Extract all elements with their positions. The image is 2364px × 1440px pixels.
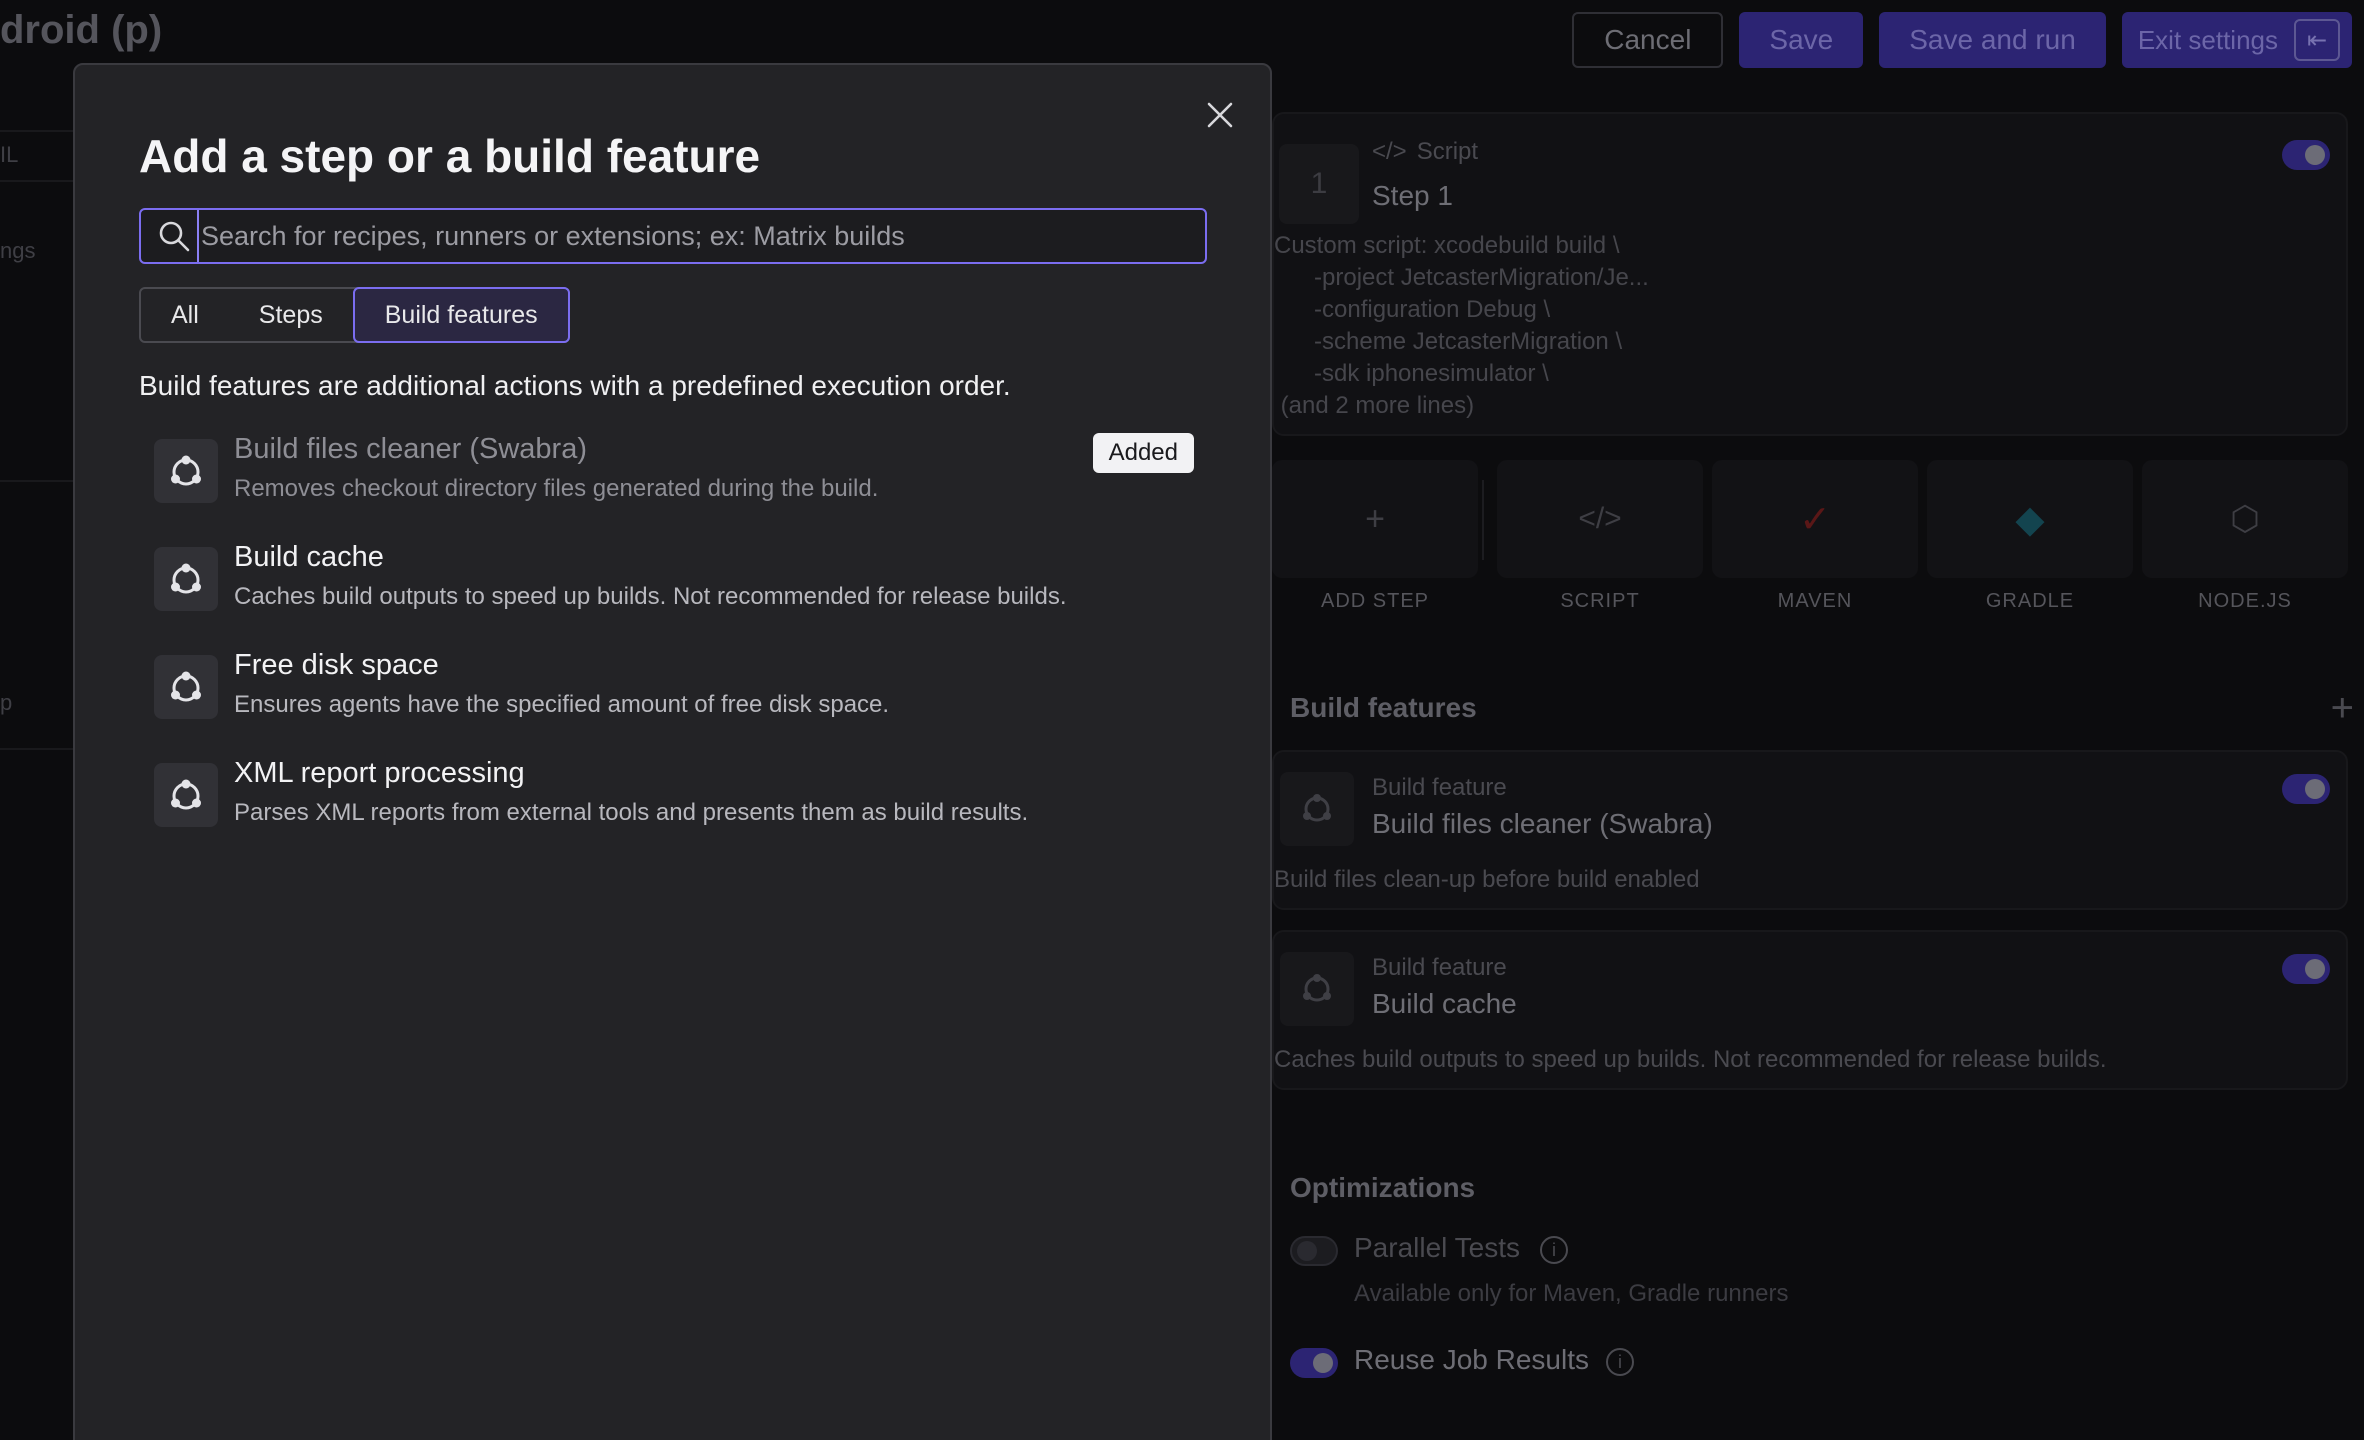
add-step-label: ADD STEP bbox=[1320, 590, 1430, 612]
build-feature-card[interactable]: Build feature Build cache Caches build o… bbox=[1272, 930, 2348, 1090]
exit-settings-button[interactable]: Exit settings ⇤ bbox=[2121, 12, 2352, 68]
close-button[interactable] bbox=[1200, 95, 1240, 135]
exit-settings-label: Exit settings bbox=[2137, 24, 2278, 55]
build-feature-icon bbox=[1280, 952, 1354, 1026]
info-icon[interactable]: i bbox=[1540, 1236, 1568, 1264]
search-box[interactable] bbox=[139, 208, 1207, 264]
nodejs-runner-tile[interactable]: ⬡ bbox=[2142, 460, 2348, 578]
modal-title: Add a step or a build feature bbox=[139, 130, 761, 182]
build-feature-name: Build cache bbox=[1372, 988, 1517, 1019]
feature-item-free-disk-space[interactable]: Free disk space Ensures agents have the … bbox=[154, 641, 1194, 737]
build-feature-icon bbox=[154, 439, 218, 503]
close-icon bbox=[1207, 102, 1233, 128]
top-actions: Cancel Save Save and run Exit settings ⇤ bbox=[1572, 12, 2352, 68]
feature-title: XML report processing bbox=[234, 757, 525, 789]
reuse-job-results-toggle[interactable] bbox=[1290, 1348, 1338, 1378]
build-steps-column: 1 </> Script Step 1 Custom script: xcode… bbox=[1272, 100, 2364, 1440]
feature-description: Removes checkout directory files generat… bbox=[234, 475, 879, 502]
code-icon: </> bbox=[1372, 138, 1407, 165]
feature-title: Build files cleaner (Swabra) bbox=[234, 433, 587, 465]
step-type-label: Script bbox=[1416, 138, 1479, 165]
add-step-modal: Add a step or a build feature All Steps … bbox=[73, 63, 1272, 1440]
nodejs-icon: ⬡ bbox=[2230, 500, 2260, 538]
tab-description: Build features are additional actions wi… bbox=[139, 370, 1011, 401]
search-input[interactable] bbox=[197, 210, 1205, 262]
build-feature-summary: Caches build outputs to speed up builds.… bbox=[1274, 1046, 2107, 1073]
feature-description: Caches build outputs to speed up builds.… bbox=[234, 583, 1067, 610]
step-number: 1 bbox=[1279, 144, 1359, 224]
left-panel: IL ngs p bbox=[0, 100, 75, 1440]
add-build-feature-icon[interactable]: + bbox=[2331, 686, 2354, 731]
build-feature-toggle[interactable] bbox=[2282, 954, 2330, 984]
step-enabled-toggle[interactable] bbox=[2282, 140, 2330, 170]
parallel-tests-toggle[interactable] bbox=[1290, 1236, 1338, 1266]
feature-item-swabra[interactable]: Build files cleaner (Swabra) Removes che… bbox=[154, 425, 1194, 521]
filter-tabs: All Steps Build features bbox=[139, 287, 570, 343]
gradle-runner-tile[interactable]: ◆ bbox=[1927, 460, 2133, 578]
gradle-icon: ◆ bbox=[2015, 498, 2045, 541]
tab-steps[interactable]: Steps bbox=[229, 289, 353, 341]
left-fragment: p bbox=[0, 690, 13, 715]
build-feature-icon bbox=[154, 655, 218, 719]
reuse-job-results-label: Reuse Job Results bbox=[1354, 1344, 1590, 1375]
build-feature-icon bbox=[154, 763, 218, 827]
feature-item-xml-report-processing[interactable]: XML report processing Parses XML reports… bbox=[154, 749, 1194, 845]
cancel-button[interactable]: Cancel bbox=[1572, 12, 1724, 68]
maven-icon: ✓ bbox=[1799, 498, 1831, 541]
tab-build-features[interactable]: Build features bbox=[352, 287, 570, 343]
feature-title: Free disk space bbox=[234, 649, 439, 681]
build-feature-icon bbox=[1280, 772, 1354, 846]
script-runner-label: SCRIPT bbox=[1560, 590, 1640, 612]
step-card[interactable]: 1 </> Script Step 1 Custom script: xcode… bbox=[1272, 112, 2348, 436]
search-icon bbox=[159, 221, 190, 252]
tab-all[interactable]: All bbox=[141, 289, 229, 341]
nodejs-runner-label: NODE.JS bbox=[2198, 590, 2292, 612]
feature-description: Parses XML reports from external tools a… bbox=[234, 799, 1029, 826]
code-icon: </> bbox=[1578, 502, 1622, 535]
step-script-preview: Custom script: xcodebuild build \ -proje… bbox=[1274, 232, 1649, 419]
page-title: droid (p) bbox=[0, 8, 163, 52]
feature-description: Ensures agents have the specified amount… bbox=[234, 691, 890, 718]
add-step-tile[interactable]: + bbox=[1272, 460, 1478, 578]
added-badge: Added bbox=[1092, 433, 1194, 473]
step-type: </> Script bbox=[1372, 138, 1478, 166]
script-runner-tile[interactable]: </> bbox=[1497, 460, 1703, 578]
left-fragment: ngs bbox=[0, 238, 36, 263]
maven-runner-tile[interactable]: ✓ bbox=[1712, 460, 1918, 578]
maven-runner-label: MAVEN bbox=[1777, 590, 1853, 612]
build-feature-icon bbox=[154, 547, 218, 611]
exit-icon: ⇤ bbox=[2294, 19, 2340, 61]
feature-item-build-cache[interactable]: Build cache Caches build outputs to spee… bbox=[154, 533, 1194, 629]
step-name: Step 1 bbox=[1372, 180, 1453, 211]
build-feature-toggle[interactable] bbox=[2282, 774, 2330, 804]
build-feature-type: Build feature bbox=[1372, 954, 1507, 981]
build-feature-summary: Build files clean-up before build enable… bbox=[1274, 866, 1700, 893]
plus-icon: + bbox=[1365, 499, 1385, 538]
build-features-heading: Build features bbox=[1290, 692, 1477, 723]
gradle-runner-label: GRADLE bbox=[1985, 590, 2075, 612]
build-feature-type: Build feature bbox=[1372, 774, 1507, 801]
parallel-tests-label: Parallel Tests bbox=[1354, 1232, 1521, 1263]
parallel-tests-note: Available only for Maven, Gradle runners bbox=[1354, 1280, 1789, 1307]
build-feature-name: Build files cleaner (Swabra) bbox=[1372, 808, 1713, 839]
save-button[interactable]: Save bbox=[1739, 12, 1864, 68]
feature-title: Build cache bbox=[234, 541, 384, 573]
info-icon[interactable]: i bbox=[1606, 1348, 1634, 1376]
optimizations-heading: Optimizations bbox=[1290, 1172, 1476, 1203]
divider bbox=[1482, 480, 1484, 560]
save-and-run-button[interactable]: Save and run bbox=[1879, 12, 2106, 68]
build-feature-card[interactable]: Build feature Build files cleaner (Swabr… bbox=[1272, 750, 2348, 910]
left-fragment: IL bbox=[0, 142, 19, 167]
